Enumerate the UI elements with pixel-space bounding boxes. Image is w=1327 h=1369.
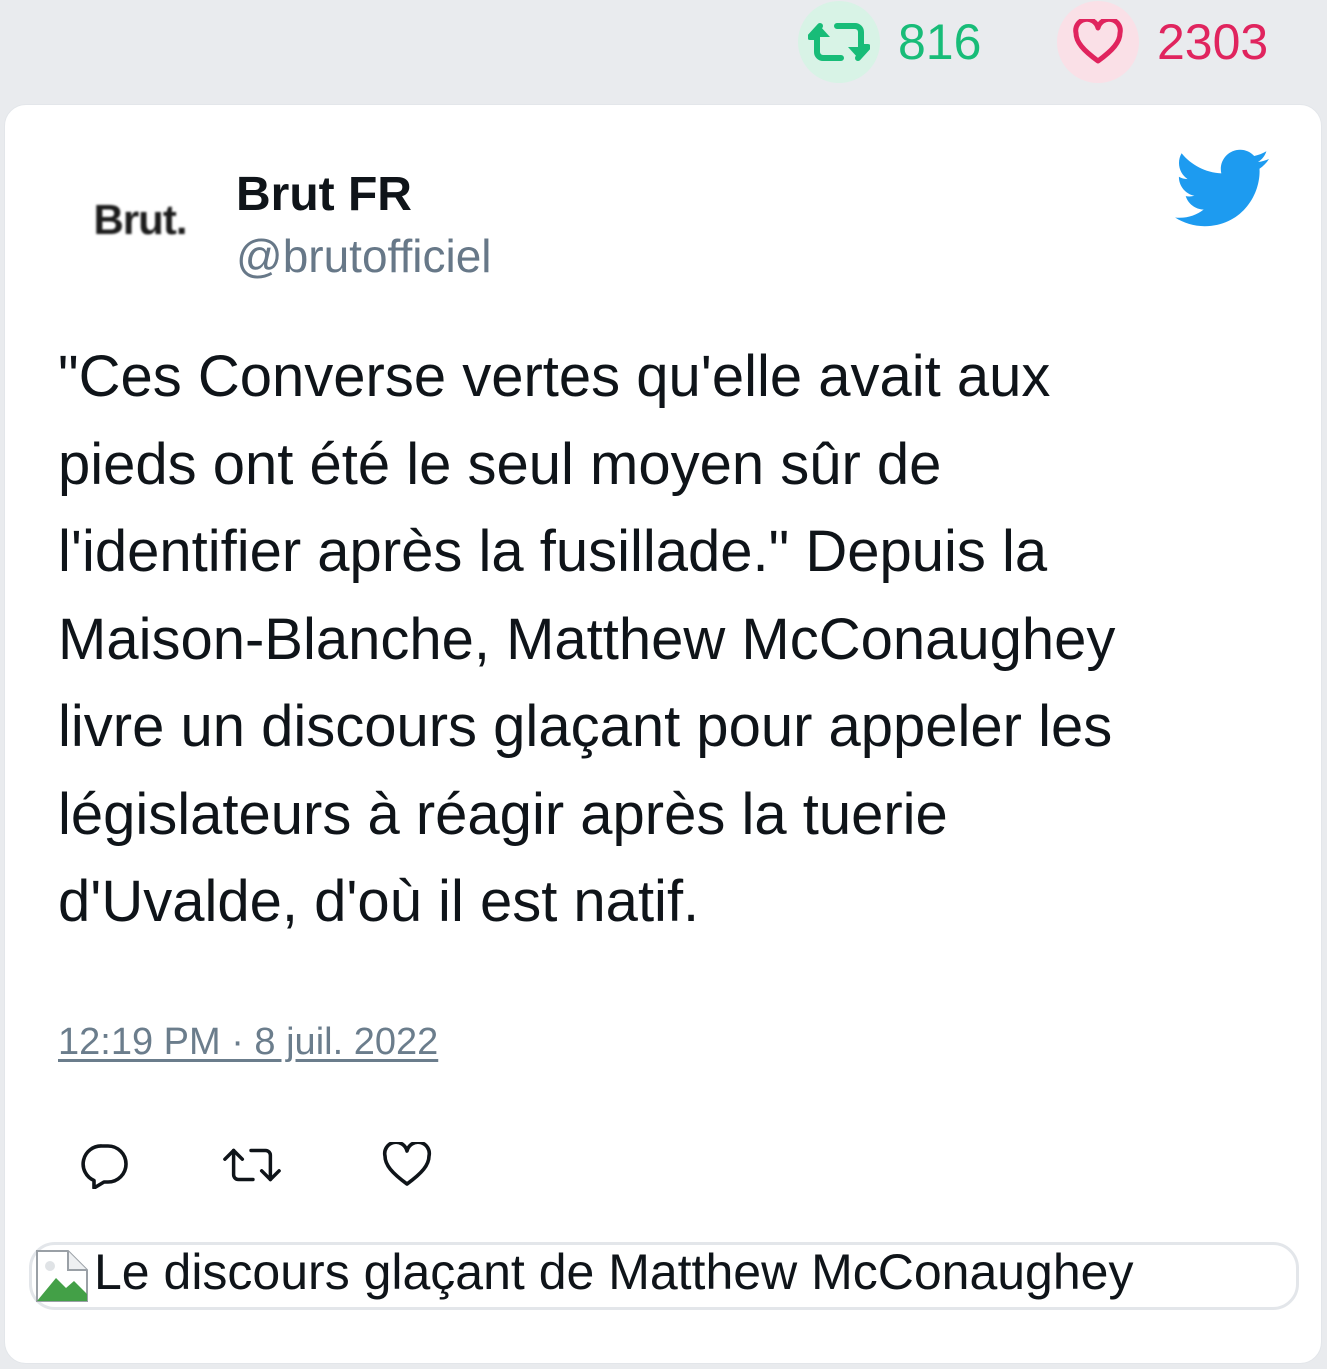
retweet-icon[interactable] <box>798 1 880 83</box>
tweet-text-line: législateurs à réagir après la tuerie <box>58 781 948 847</box>
like-stat[interactable]: 2303 <box>1057 0 1268 84</box>
tweet-text-line: Maison-Blanche, Matthew McConaughey <box>58 606 1116 672</box>
like-icon[interactable] <box>377 1135 437 1195</box>
author-name[interactable]: Brut FR <box>236 167 412 222</box>
broken-image-icon <box>34 1248 90 1304</box>
reply-icon[interactable] <box>75 1135 135 1195</box>
media-alt-text: Le discours glaçant de Matthew McConaugh… <box>94 1244 1134 1300</box>
author-handle[interactable]: @brutofficiel <box>236 229 492 283</box>
retweet-action-icon[interactable] <box>222 1135 282 1195</box>
tweet-text-line: livre un discours glaçant pour appeler l… <box>58 694 1113 759</box>
tweet-timestamp-link[interactable]: 12:19 PM · 8 juil. 2022 <box>58 1021 438 1064</box>
retweet-count: 816 <box>898 14 982 70</box>
tweet-text-line: pieds ont été le seul moyen sûr de <box>58 431 942 497</box>
avatar[interactable]: Brut. <box>81 165 199 275</box>
like-count: 2303 <box>1157 14 1269 70</box>
tweet-text-line: "Ces Converse vertes qu'elle avait aux <box>58 344 1051 409</box>
retweet-stat[interactable]: 816 <box>798 0 981 84</box>
twitter-bird-icon[interactable] <box>1175 149 1271 229</box>
engagement-stats-bar: 816 2303 <box>0 0 1327 100</box>
avatar-logo-text: Brut. <box>93 196 188 243</box>
tweet-text-line: d'Uvalde, d'où il est natif. <box>58 869 700 934</box>
tweet-card: Brut. Brut FR @brutofficiel "Ces Convers… <box>4 104 1322 1364</box>
tweet-text-line: l'identifier après la fusillade." Depuis… <box>58 519 1048 584</box>
tweet-media-card[interactable]: Le discours glaçant de Matthew McConaugh… <box>29 1242 1299 1310</box>
heart-icon[interactable] <box>1057 1 1139 83</box>
tweet-text: "Ces Converse vertes qu'elle avait aux p… <box>58 333 1298 946</box>
